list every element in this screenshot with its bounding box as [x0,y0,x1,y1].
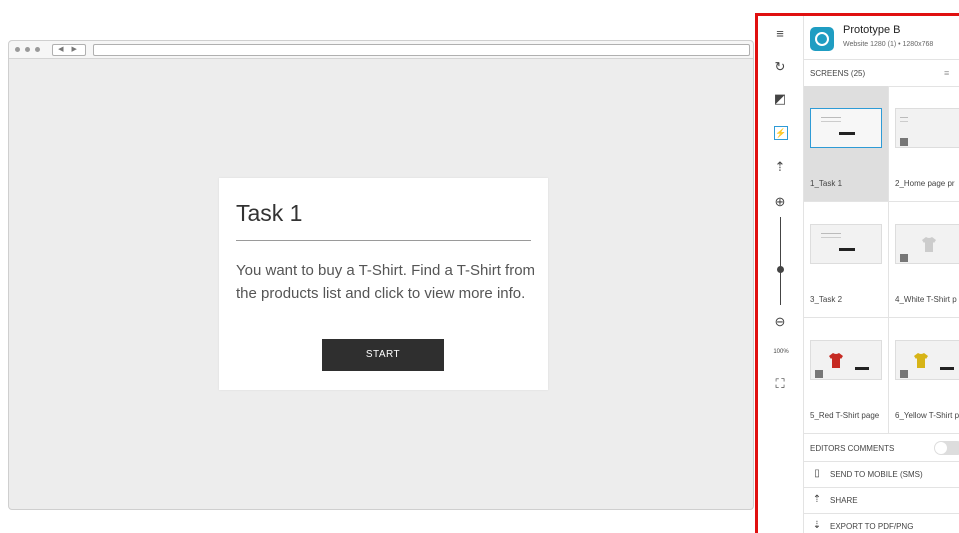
window-dot [25,47,30,52]
screen-label: 3_Task 2 [810,295,843,304]
yellow-tshirt-icon [914,353,928,368]
refresh-icon[interactable]: ↻ [772,59,788,75]
screen-preview [810,340,882,380]
task-description: You want to buy a T-Shirt. Find a T-Shir… [236,262,536,302]
download-icon: ⇣ [812,520,822,531]
send-to-mobile-label: SEND TO MOBILE (SMS) [830,470,923,479]
screens-count: SCREENS (25) [810,69,866,78]
zoom-slider-handle[interactable] [777,266,784,273]
project-name: Prototype B [843,24,901,36]
white-tshirt-icon [922,237,936,252]
screen-preview [895,340,959,380]
window-dot [35,47,40,52]
screens-grid: 1_Task 1 2_Home page pr 3_Task 2 4_White… [804,86,959,436]
export-row[interactable]: ⇣ EXPORT TO PDF/PNG [804,514,959,533]
preview-block [815,370,823,378]
screen-label: 6_Yellow T-Shirt p [895,411,959,420]
editors-comments-row: EDITORS COMMENTS [804,436,959,462]
nav-arrows-icon[interactable]: ◀ ▶ [52,44,86,56]
list-view-icon[interactable]: ≡ [944,68,949,78]
screen-preview [895,224,959,264]
screen-preview [895,108,959,148]
screen-preview [810,108,882,148]
task-card: Task 1 You want to buy a T-Shirt. Find a… [219,178,548,390]
browser-toolbar: ◀ ▶ [9,41,753,59]
screen-thumbnail[interactable]: 6_Yellow T-Shirt p [889,318,959,434]
screen-thumbnail[interactable]: 1_Task 1 [804,86,889,202]
screen-label: 5_Red T-Shirt page [810,411,880,420]
screen-preview [810,224,882,264]
mobile-icon: ▯ [814,468,820,479]
side-toolbar: ≡ ↻ ◩ ⚡ ⇡ ⊕ ⊖ 100% ⛶ [758,16,803,533]
task-title: Task 1 [236,200,303,226]
url-bar[interactable] [93,44,750,56]
project-header: Prototype B Website 1280 (1) • 1280x768 [804,16,959,60]
zoom-in-icon[interactable]: ⊕ [772,194,788,210]
broadcast-icon[interactable]: ⇡ [772,159,788,175]
start-button[interactable]: START [322,339,444,371]
editors-comments-toggle[interactable] [934,441,959,455]
preview-button [839,132,855,135]
preview-block [900,370,908,378]
screen-label: 1_Task 1 [810,179,843,188]
screen-thumbnail[interactable]: 3_Task 2 [804,202,889,318]
hotspot-icon[interactable]: ⚡ [774,126,788,140]
share-icon: ⇡ [812,494,822,505]
prototype-panel: ≡ ↻ ◩ ⚡ ⇡ ⊕ ⊖ 100% ⛶ Prototype B Website… [755,13,959,533]
screen-thumbnail[interactable]: 2_Home page pr [889,86,959,202]
preview-button [839,248,855,251]
screen-thumbnail[interactable]: 4_White T-Shirt p [889,202,959,318]
screen-label: 4_White T-Shirt p [895,295,957,304]
project-subtitle: Website 1280 (1) • 1280x768 [843,41,934,48]
editors-comments-label: EDITORS COMMENTS [810,444,895,453]
preview-button [940,367,954,370]
screens-panel: Prototype B Website 1280 (1) • 1280x768 … [803,16,959,533]
preview-block [900,254,908,262]
preview-block [900,138,908,146]
window-dot [15,47,20,52]
preview-text-lines [821,233,841,234]
preview-button [855,367,869,370]
zoom-level: 100% [773,349,789,355]
screen-thumbnail[interactable]: 5_Red T-Shirt page [804,318,889,434]
share-label: SHARE [830,496,858,505]
export-label: EXPORT TO PDF/PNG [830,522,914,531]
share-row[interactable]: ⇡ SHARE [804,488,959,514]
zoom-out-icon[interactable]: ⊖ [772,314,788,330]
preview-text-lines [821,117,841,118]
red-tshirt-icon [829,353,843,368]
project-logo-icon [810,27,834,51]
menu-icon[interactable]: ≡ [772,26,788,42]
fullscreen-icon[interactable]: ⛶ [772,376,788,392]
screen-label: 2_Home page pr [895,179,955,188]
zoom-slider[interactable] [780,217,781,305]
send-to-mobile-row[interactable]: ▯ SEND TO MOBILE (SMS) [804,462,959,488]
contrast-icon[interactable]: ◩ [772,91,788,107]
preview-text-lines [900,117,908,118]
divider [236,240,531,241]
screens-header: SCREENS (25) ≡ [804,59,959,87]
browser-frame: ◀ ▶ Task 1 You want to buy a T-Shirt. Fi… [8,40,754,510]
